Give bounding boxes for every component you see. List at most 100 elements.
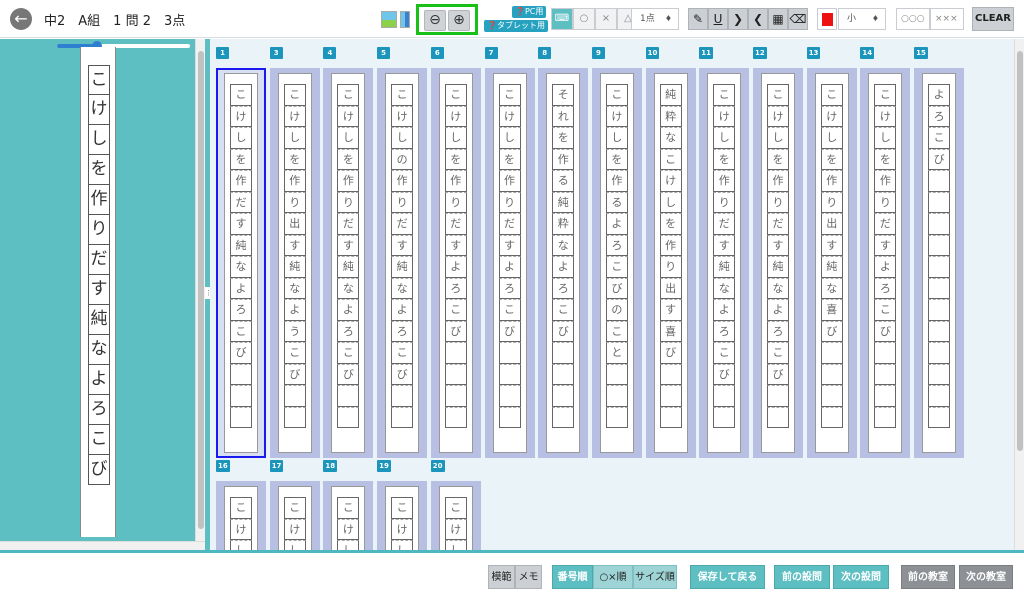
pen-color-swatch[interactable] [817, 8, 837, 30]
answer-card-frame[interactable]: こけし [377, 481, 428, 550]
answer-card-frame[interactable]: それを作る純粋なよろこび [538, 68, 589, 458]
model-answer-button[interactable]: 模範 [488, 565, 515, 589]
mark-cross-button[interactable]: × [595, 8, 617, 30]
left-vertical-scrollbar[interactable] [195, 39, 205, 541]
memo-button[interactable]: メモ [515, 565, 542, 589]
answer-char-cell: 作 [230, 170, 252, 192]
answer-char-cell: ろ [498, 277, 521, 299]
layout-horizontal-icon[interactable] [381, 11, 397, 28]
answer-paper: こけしを作り出す純なようこび [277, 73, 312, 453]
sort-mark-button[interactable]: ○×順 [593, 565, 633, 589]
zoom-out-icon[interactable]: ⊖ [424, 10, 446, 31]
help-pc-button[interactable]: ❓PC用 [512, 6, 547, 18]
keyboard-icon[interactable]: ⌨ [551, 8, 573, 30]
card-number-badge: 4 [323, 47, 337, 59]
answer-card-frame[interactable]: こけし [216, 481, 266, 550]
answer-char-cell: す [230, 213, 252, 235]
answer-char-cell: し [391, 540, 414, 550]
answer-char-column: こけし [444, 497, 467, 550]
zoom-in-icon[interactable]: ⊕ [448, 10, 470, 31]
answer-char-cell: 出 [659, 277, 682, 299]
answer-char-cell: こ [820, 84, 843, 106]
answer-card-frame[interactable]: よろこび [914, 68, 965, 458]
answer-char-cell: な [230, 256, 252, 278]
sort-number-button[interactable]: 番号順 [552, 565, 593, 589]
answer-card-frame[interactable]: こけしを作り出す純な喜び [806, 68, 857, 458]
answer-card-frame[interactable]: こけしを作りだすよろこび [860, 68, 911, 458]
answer-char-cell: と [605, 342, 628, 364]
cross-summary-button[interactable]: ××× [930, 8, 964, 30]
answer-card-frame[interactable]: こけし [269, 481, 320, 550]
toolbar: ← 中2 A組 1 問 2 3点 ⊖ ⊕ ❓PC用 ❓タブレット用 ⌨ ○ × … [0, 0, 1024, 38]
prev-question-button[interactable]: 前の設問 [774, 565, 830, 589]
answer-char-cell: び [88, 455, 110, 485]
next-question-button[interactable]: 次の設問 [833, 565, 889, 589]
answer-char-cell: す [767, 234, 789, 256]
layout-vertical-icon[interactable] [400, 11, 410, 28]
help-tablet-button[interactable]: ❓タブレット用 [484, 20, 548, 32]
answer-char-cell: し [444, 540, 467, 550]
chevron-right-icon[interactable]: ❯ [728, 8, 748, 30]
underline-icon[interactable]: U [708, 8, 728, 30]
answer-char-cell: り [283, 191, 306, 213]
answer-char-cell: び [659, 342, 682, 364]
answer-card-frame[interactable]: こけしを作りだすよろこび [484, 68, 535, 458]
next-class-button[interactable]: 次の教室 [959, 565, 1013, 589]
grid-vertical-scrollbar[interactable] [1014, 39, 1024, 550]
eraser-icon[interactable]: ⌫ [788, 8, 808, 30]
back-arrow-icon[interactable]: ← [10, 8, 32, 30]
answer-paper: こけし [331, 486, 366, 550]
answer-card-frame[interactable]: こけしを作りだす純なよろこび [323, 68, 374, 458]
answer-card-frame[interactable]: こけしを作りだす純なよろこび [753, 68, 803, 458]
mark-circle-button[interactable]: ○ [573, 8, 595, 30]
scroll-thumb[interactable] [198, 51, 204, 529]
answer-char-cell [767, 406, 789, 428]
points-select[interactable]: 1点 ♦ [631, 8, 679, 30]
answer-card-frame[interactable]: こけし [323, 481, 374, 550]
answer-char-cell [605, 385, 628, 407]
marking-screen: ← 中2 A組 1 問 2 3点 ⊖ ⊕ ❓PC用 ❓タブレット用 ⌨ ○ × … [0, 0, 1024, 597]
answer-char-cell [444, 406, 467, 428]
answer-char-cell: り [713, 191, 736, 213]
sort-size-button[interactable]: サイズ順 [633, 565, 677, 589]
answer-char-cell: す [820, 234, 843, 256]
answer-char-cell: を [605, 148, 628, 170]
answer-char-cell [820, 363, 843, 385]
circle-summary-button[interactable]: ○○○ [896, 8, 930, 30]
answer-char-cell: し [230, 540, 252, 550]
answer-char-cell [552, 342, 575, 364]
answer-char-cell [498, 406, 521, 428]
answer-card-frame[interactable]: こけしの作りだす純なよろこび [377, 68, 428, 458]
answer-card-frame[interactable]: こけしを作だす純なよろこび [216, 68, 266, 458]
chevron-left-icon[interactable]: ❮ [748, 8, 768, 30]
size-select[interactable]: 小 ♦ [838, 8, 886, 30]
answer-char-cell: こ [767, 84, 789, 106]
left-horizontal-scrollbar[interactable] [0, 541, 205, 550]
zoom-slider[interactable] [57, 41, 190, 51]
answer-card-frame[interactable]: こけしを作りだす純なよろこび [699, 68, 750, 458]
answer-char-column: こけしを作りだす純なよろこび [337, 84, 360, 428]
scroll-thumb[interactable] [1017, 51, 1023, 451]
answer-card-frame[interactable]: こけしを作り出す純なようこび [269, 68, 320, 458]
answer-char-cell [928, 406, 951, 428]
answer-char-cell: の [605, 299, 628, 321]
answer-char-cell: こ [605, 320, 628, 342]
footer-bar: 模範 メモ 番号順 ○×順 サイズ順 保存して戻る 前の設問 次の設問 前の教室… [0, 553, 1024, 597]
answer-char-cell: ろ [552, 277, 575, 299]
answer-char-cell: す [283, 234, 306, 256]
calculator-icon[interactable]: ▦ [768, 8, 788, 30]
save-and-back-button[interactable]: 保存して戻る [690, 565, 765, 589]
clear-button[interactable]: CLEAR [972, 7, 1014, 31]
answer-char-column: こけしを作るよろこびのこと [605, 84, 628, 428]
answer-char-cell [605, 363, 628, 385]
prev-class-button[interactable]: 前の教室 [901, 565, 955, 589]
answer-card-frame[interactable]: こけしを作るよろこびのこと [591, 68, 642, 458]
answer-card-frame[interactable]: こけしを作りだすよろこび [430, 68, 481, 458]
answer-card-frame[interactable]: 純粋なこけしを作り出す喜び [645, 68, 696, 458]
answer-paper: こけしを作るよろこびのこと [599, 73, 634, 453]
answer-char-cell: し [498, 127, 521, 149]
answer-char-cell: よ [230, 277, 252, 299]
answer-card-frame[interactable]: こけし [430, 481, 481, 550]
answer-char-cell [659, 385, 682, 407]
pen-icon[interactable]: ✎ [688, 8, 708, 30]
